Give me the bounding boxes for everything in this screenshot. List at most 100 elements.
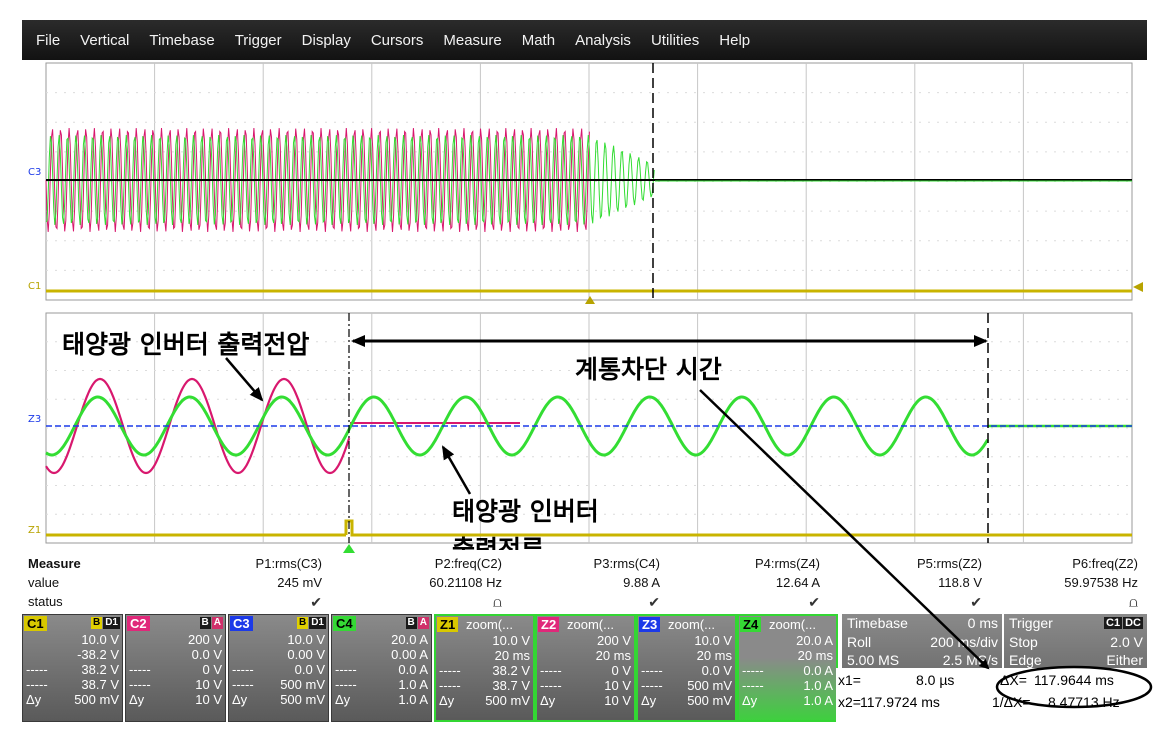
trigger-mode: Stop [1009, 634, 1038, 650]
channel-chip-c4[interactable]: C4 B A 20.0 A 0.00 A ----- 0.0 A ----- 1.0 A Δy 1.… [331, 614, 432, 722]
channel-chip-c3[interactable]: C3 B D1 10.0 V 0.00 V ----- 0.0 V ----- 500 mV Δy… [228, 614, 329, 722]
channel-badge-item: B [199, 617, 211, 629]
measure-p4-value: 12.64 A [775, 575, 820, 590]
channel-title: zoom(... [567, 617, 614, 632]
channel-line: 0.00 A [332, 647, 431, 662]
channel-line-value: 1.0 A [803, 678, 833, 693]
channel-badge: B D1 [296, 617, 326, 629]
channel-line-value: 38.7 V [81, 677, 119, 692]
channel-line-label: Δy [335, 692, 351, 707]
channel-chip-z4[interactable]: Z4 zoom(... 20.0 A 20 ms ----- 0.0 A ----- 1.0 … [737, 614, 838, 722]
timebase-delay: 0 ms [967, 615, 998, 631]
channel-line-label: ----- [439, 663, 461, 678]
channel-line: Δy 10 V [126, 692, 225, 707]
channel-chip-c1[interactable]: C1 B D1 10.0 V -38.2 V ----- 38.2 V ----- 38.7 V… [22, 614, 123, 722]
measure-p1-status: ✔ [310, 594, 322, 610]
channel-line: Δy 500 mV [229, 692, 328, 707]
channel-line: ----- 0.0 A [332, 662, 431, 677]
channel-line: 20 ms [436, 648, 533, 663]
channel-offset: -38.2 V [77, 647, 119, 662]
channel-line: Δy 10 V [537, 693, 634, 708]
measure-p2-name[interactable]: P2:freq(C2) [435, 556, 502, 571]
waveform-display: C3 C1 Z3 Z1 [28, 62, 1143, 553]
measure-p6-name[interactable]: P6:freq(Z2) [1072, 556, 1138, 571]
annotation-inverter-current-clipped-text: 출력전류 [452, 536, 544, 550]
cursor-x1-value: 8.0 µs [916, 672, 955, 688]
channel-line-label: Δy [641, 693, 657, 708]
channel-line-label: ----- [129, 662, 151, 677]
channel-line: Δy 1.0 A [739, 693, 836, 708]
timebase-samples: 5.00 MS [847, 652, 900, 668]
channel-line-value: 10 V [195, 677, 222, 692]
channel-line: 20 ms [739, 648, 836, 663]
measure-value-label: value [28, 575, 60, 590]
channel-line-label: ----- [439, 678, 461, 693]
channel-tag: Z2 [538, 617, 560, 632]
channel-line-label: ----- [742, 678, 764, 693]
measure-p1-name[interactable]: P1:rms(C3) [256, 556, 322, 571]
channel-title: zoom(... [466, 617, 513, 632]
measure-p2-status: ⩍ [492, 594, 502, 610]
channel-line: ----- 38.2 V [436, 663, 533, 678]
channel-chip-z2[interactable]: Z2 zoom(... 200 V 20 ms ----- 0 V ----- 10 V Δy 1… [535, 614, 636, 722]
channel-badge-item: A [211, 617, 223, 629]
trigger-type: Edge [1009, 652, 1042, 668]
channel-line: 0.0 V [126, 647, 225, 662]
channel-line-label: Δy [742, 693, 758, 708]
channel-line-label: ----- [232, 677, 254, 692]
cursor-dx-value: 117.9644 ms [1034, 672, 1114, 688]
zoom-label-z1: Z1 [28, 525, 41, 536]
channel-line: ----- 1.0 A [739, 678, 836, 693]
channel-line-label: Δy [439, 693, 455, 708]
channel-tag: Z4 [740, 617, 762, 632]
channel-line-label: ----- [641, 663, 663, 678]
channel-line: ----- 1.0 A [332, 677, 431, 692]
channel-line: ----- 0.0 V [638, 663, 735, 678]
channel-chip-z1[interactable]: Z1 zoom(... 10.0 V 20 ms ----- 38.2 V ----- 38.… [434, 614, 535, 722]
channel-chip-c2[interactable]: C2 B A 200 V 0.0 V ----- 0 V ----- 10 V Δy 10 V [125, 614, 226, 722]
channel-line-label: ----- [129, 677, 151, 692]
channel-line: Δy 500 mV [638, 693, 735, 708]
channel-line-label: ----- [540, 663, 562, 678]
channel-scale: 20.0 A [796, 633, 833, 648]
channel-offset: 0.00 A [391, 647, 428, 662]
channel-scale: 200 V [188, 632, 222, 647]
channel-line: Δy 500 mV [23, 692, 122, 707]
channel-badge: B D1 [90, 617, 120, 629]
channel-line: ----- 0 V [126, 662, 225, 677]
measure-p6-value: 59.97538 Hz [1064, 575, 1138, 590]
channel-line-value: 0 V [202, 662, 222, 677]
measure-p5-name[interactable]: P5:rms(Z2) [917, 556, 982, 571]
channel-line-label: ----- [335, 662, 357, 677]
trigger-badge-item: C1 [1104, 617, 1123, 629]
measure-p3-name[interactable]: P3:rms(C4) [594, 556, 660, 571]
channel-line: ----- 0.0 A [739, 663, 836, 678]
channel-badge: BA [405, 617, 429, 629]
channel-line-value: 500 mV [280, 677, 325, 692]
channel-title: zoom(... [668, 617, 715, 632]
channel-line-value: 0.0 A [398, 662, 428, 677]
measure-p4-name[interactable]: P4:rms(Z4) [755, 556, 820, 571]
channel-line: 200 V [126, 632, 225, 647]
channel-badge-item: B [296, 617, 309, 629]
channel-scale: 10.0 V [81, 632, 119, 647]
channel-offset: 20 ms [696, 648, 732, 663]
channel-line-label: Δy [26, 692, 42, 707]
channel-line-value: 0.0 V [294, 662, 325, 677]
channel-tag: C1 [24, 616, 47, 631]
channel-line-value: 500 mV [687, 678, 732, 693]
channel-line: Δy 1.0 A [332, 692, 431, 707]
channel-line: 20.0 A [332, 632, 431, 647]
cursor-readout: x1= 8.0 µs ΔX= 117.9644 ms x2= 117.9724 … [836, 668, 1147, 722]
channel-line-label: Δy [129, 692, 145, 707]
measure-title: Measure [28, 556, 81, 571]
channel-line-value: 10 V [604, 693, 631, 708]
channel-badge-item: A [417, 617, 429, 629]
channel-title: zoom(... [769, 617, 816, 632]
channel-line: 20 ms [537, 648, 634, 663]
channel-tag: Z1 [437, 617, 459, 632]
annotation-grid-disconnect-time: 계통차단 시간 [575, 355, 722, 384]
channel-line-label: ----- [26, 662, 48, 677]
channel-line: ----- 500 mV [229, 677, 328, 692]
channel-chip-z3[interactable]: Z3 zoom(... 10.0 V 20 ms ----- 0.0 V ----- 500 … [636, 614, 737, 722]
